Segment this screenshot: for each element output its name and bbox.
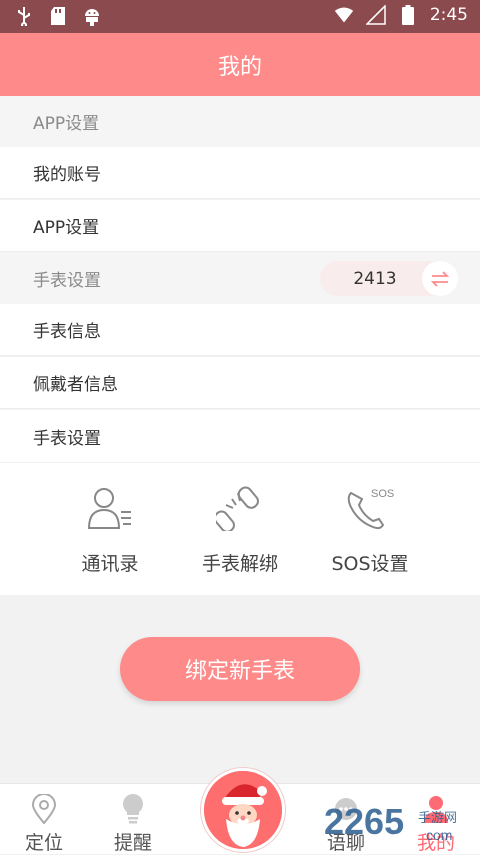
center-avatar-button[interactable] [201,768,285,852]
menu-item-watch-settings[interactable]: 手表设置 [0,410,480,462]
tab-location-label: 定位 [24,832,63,854]
svg-text:2265: 2265 [324,801,404,842]
status-time: 2:45 [429,5,468,25]
contacts-icon [40,483,180,533]
unbind-watch-button[interactable]: 手表解绑 [170,483,310,576]
selected-watch-id: 2413 [353,268,397,289]
tab-reminder[interactable]: 提醒 [93,790,173,855]
santa-avatar-icon [204,771,282,849]
svg-text:com: com [426,827,452,843]
sos-settings-label: SOS设置 [331,553,409,575]
watch-selector[interactable]: 2413 [320,261,458,296]
signal-icon [365,5,386,25]
menu-item-my-account[interactable]: 我的账号 [0,147,480,199]
svg-text:SOS: SOS [371,488,394,500]
menu-item-wearer-info[interactable]: 佩戴者信息 [0,357,480,409]
quick-actions: 通讯录 手表解绑 SOS SOS设置 [0,463,480,595]
unbind-icon [170,483,310,533]
menu-item-watch-info[interactable]: 手表信息 [0,304,480,356]
status-bar: 2:45 [0,0,480,33]
location-icon [4,790,84,824]
page-title: 我的 [0,33,480,96]
contacts-button[interactable]: 通讯录 [40,483,180,576]
wifi-icon [334,5,354,25]
section-header-label: 手表设置 [33,271,101,291]
section-header-app-settings: APP设置 [0,96,480,147]
bind-new-watch-button[interactable]: 绑定新手表 [120,637,360,701]
android-icon [82,6,102,26]
sd-card-icon [48,6,68,26]
bulb-icon [93,790,173,824]
watermark-logo: 2265 手游网 com [322,796,472,846]
unbind-watch-label: 手表解绑 [201,553,278,575]
sos-settings-button[interactable]: SOS SOS设置 [300,483,440,576]
section-header-watch-settings: 手表设置 2413 [0,253,480,304]
contacts-label: 通讯录 [81,553,139,575]
tab-location[interactable]: 定位 [4,790,84,855]
svg-text:手游网: 手游网 [418,811,457,826]
battery-icon [398,5,418,25]
usb-icon [14,6,34,26]
menu-item-app-settings[interactable]: APP设置 [0,200,480,252]
switch-watch-icon[interactable] [422,261,458,296]
sos-phone-icon: SOS [300,483,440,533]
tab-reminder-label: 提醒 [113,832,152,854]
